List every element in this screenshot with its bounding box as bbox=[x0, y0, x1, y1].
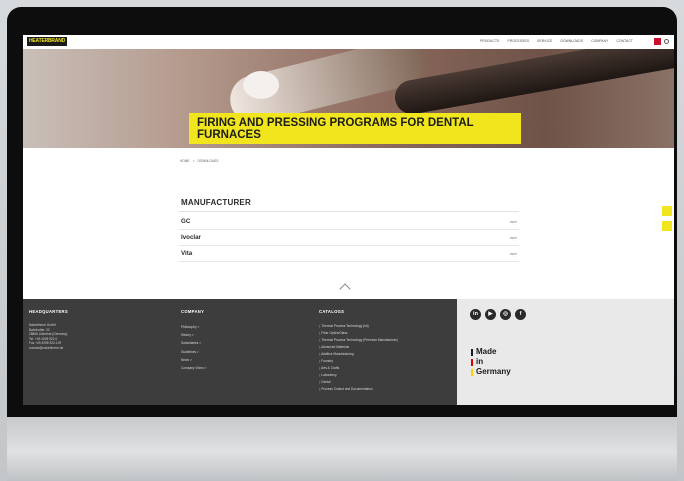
linkedin-icon[interactable]: in bbox=[470, 309, 481, 320]
catalog-label: Thermal Process Technology (Premium Manu… bbox=[321, 338, 398, 342]
catalog-label: Fiber Optics/Glass bbox=[321, 331, 348, 335]
in-label: in bbox=[476, 357, 484, 366]
footer-link[interactable]: Guidelines > bbox=[181, 348, 206, 356]
catalog-download-link[interactable]: ⤓ Fiber Optics/Glass bbox=[319, 330, 398, 337]
side-contact-button[interactable] bbox=[662, 206, 672, 216]
footer-headquarters: HEADQUARTERS Nabertherm GmbH Bahnhofstr.… bbox=[29, 309, 68, 351]
footer-heading: CATALOGS bbox=[319, 309, 345, 314]
nav-item-service[interactable]: SERVICE bbox=[537, 39, 552, 43]
footer: HEADQUARTERS Nabertherm GmbH Bahnhofstr.… bbox=[23, 299, 457, 405]
breadcrumb-downloads: DOWNLOADS bbox=[197, 159, 219, 163]
logo-text: HEATERBRAND bbox=[29, 38, 66, 44]
footer-heading: COMPANY bbox=[181, 309, 205, 314]
nav-item-products[interactable]: PRODUCTS bbox=[480, 39, 500, 43]
brush-handle-image bbox=[392, 49, 674, 117]
browser-screen: HEATERBRAND PRODUCTS PROCESSES SERVICE D… bbox=[23, 35, 674, 405]
flag-stripe-red bbox=[471, 358, 473, 366]
breadcrumb-home[interactable]: HOME bbox=[180, 159, 190, 163]
catalog-label: Thermal Process Technology (int) bbox=[321, 324, 369, 328]
divider bbox=[179, 211, 519, 212]
page-title-line1: FIRING AND PRESSING PROGRAMS FOR DENTAL bbox=[197, 117, 474, 129]
flag-stripe-gold bbox=[471, 368, 473, 376]
footer-link[interactable]: Subsidiaries > bbox=[181, 339, 206, 347]
catalog-label: Advanced Materials bbox=[321, 345, 350, 349]
footer-link[interactable]: Company Video > bbox=[181, 364, 206, 372]
page-title: FIRING AND PRESSING PROGRAMS FOR DENTAL … bbox=[189, 113, 521, 144]
page-title-line2: FURNACES bbox=[197, 129, 261, 141]
top-nav: HEATERBRAND PRODUCTS PROCESSES SERVICE D… bbox=[23, 35, 674, 49]
catalog-download-link[interactable]: ⤓ Thermal Process Technology (Premium Ma… bbox=[319, 337, 398, 344]
breadcrumb-separator: > bbox=[192, 159, 195, 163]
manufacturer-row-gc[interactable]: GC more bbox=[179, 215, 519, 230]
more-link[interactable]: more bbox=[510, 252, 517, 256]
youtube-icon[interactable]: ▶ bbox=[485, 309, 496, 320]
social-links: in ▶ ◎ f bbox=[470, 309, 526, 320]
manufacturer-name: Ivoclar bbox=[181, 234, 201, 241]
catalog-download-link[interactable]: ⤓ Additive Manufacturing bbox=[319, 351, 398, 358]
nav-item-downloads[interactable]: DOWNLOADS bbox=[560, 39, 583, 43]
footer-link[interactable]: News > bbox=[181, 356, 206, 364]
more-link[interactable]: more bbox=[510, 236, 517, 240]
catalog-download-link[interactable]: ⤓ Arts & Crafts bbox=[319, 365, 398, 372]
nav-item-contact[interactable]: CONTACT bbox=[616, 39, 633, 43]
manufacturer-row-ivoclar[interactable]: Ivoclar more bbox=[179, 231, 519, 246]
catalog-download-link[interactable]: ⤓ Thermal Process Technology (int) bbox=[319, 323, 398, 330]
catalog-label: Arts & Crafts bbox=[321, 366, 340, 370]
more-link[interactable]: more bbox=[510, 220, 517, 224]
manufacturer-row-vita[interactable]: Vita more bbox=[179, 247, 519, 262]
manufacturer-name: GC bbox=[181, 218, 191, 225]
flag-stripe-black bbox=[471, 348, 473, 356]
made-label: Made bbox=[476, 347, 497, 356]
footer-catalogs: CATALOGS ⤓ Thermal Process Technology (i… bbox=[319, 309, 398, 393]
catalog-download-link[interactable]: ⤓ Dental bbox=[319, 379, 398, 386]
footer-company: COMPANY Philosophy > History > Subsidiar… bbox=[181, 309, 206, 372]
manufacturer-name: Vita bbox=[181, 250, 193, 257]
catalog-label: Process Control and Documentation bbox=[321, 387, 373, 391]
catalog-download-link[interactable]: ⤓ Process Control and Documentation bbox=[319, 386, 398, 393]
footer-right-panel: in ▶ ◎ f Made in Germany bbox=[457, 299, 674, 405]
catalog-label: Dental bbox=[321, 380, 331, 384]
breadcrumb: HOME > DOWNLOADS bbox=[180, 159, 218, 163]
catalog-label: Additive Manufacturing bbox=[321, 352, 354, 356]
instagram-icon[interactable]: ◎ bbox=[500, 309, 511, 320]
search-icon[interactable] bbox=[664, 39, 669, 44]
logo[interactable]: HEATERBRAND bbox=[27, 37, 67, 46]
footer-link[interactable]: Philosophy > bbox=[181, 323, 206, 331]
nav-menu: PRODUCTS PROCESSES SERVICE DOWNLOADS COM… bbox=[480, 39, 633, 43]
made-in-germany-badge: Made in Germany bbox=[471, 347, 511, 377]
catalog-download-link[interactable]: ⤓ Foundry bbox=[319, 358, 398, 365]
language-flag-icon[interactable] bbox=[654, 38, 661, 45]
catalog-download-link[interactable]: ⤓ Advanced Materials bbox=[319, 344, 398, 351]
email-link[interactable]: contact@nabertherm.de bbox=[29, 346, 68, 351]
nav-item-company[interactable]: COMPANY bbox=[591, 39, 608, 43]
facebook-icon[interactable]: f bbox=[515, 309, 526, 320]
manufacturer-heading: MANUFACTURER bbox=[181, 198, 251, 207]
porcelain-drop-image bbox=[243, 71, 279, 99]
monitor-chin bbox=[7, 417, 677, 481]
footer-link[interactable]: History > bbox=[181, 331, 206, 339]
catalog-download-link[interactable]: ⤓ Laboratory bbox=[319, 372, 398, 379]
scroll-top-chevron-icon[interactable] bbox=[339, 283, 351, 295]
footer-heading: HEADQUARTERS bbox=[29, 309, 68, 314]
catalog-label: Foundry bbox=[321, 359, 333, 363]
germany-label: Germany bbox=[476, 367, 511, 376]
catalog-label: Laboratory bbox=[321, 373, 337, 377]
nav-item-processes[interactable]: PROCESSES bbox=[508, 39, 530, 43]
side-menu-button[interactable] bbox=[662, 221, 672, 231]
